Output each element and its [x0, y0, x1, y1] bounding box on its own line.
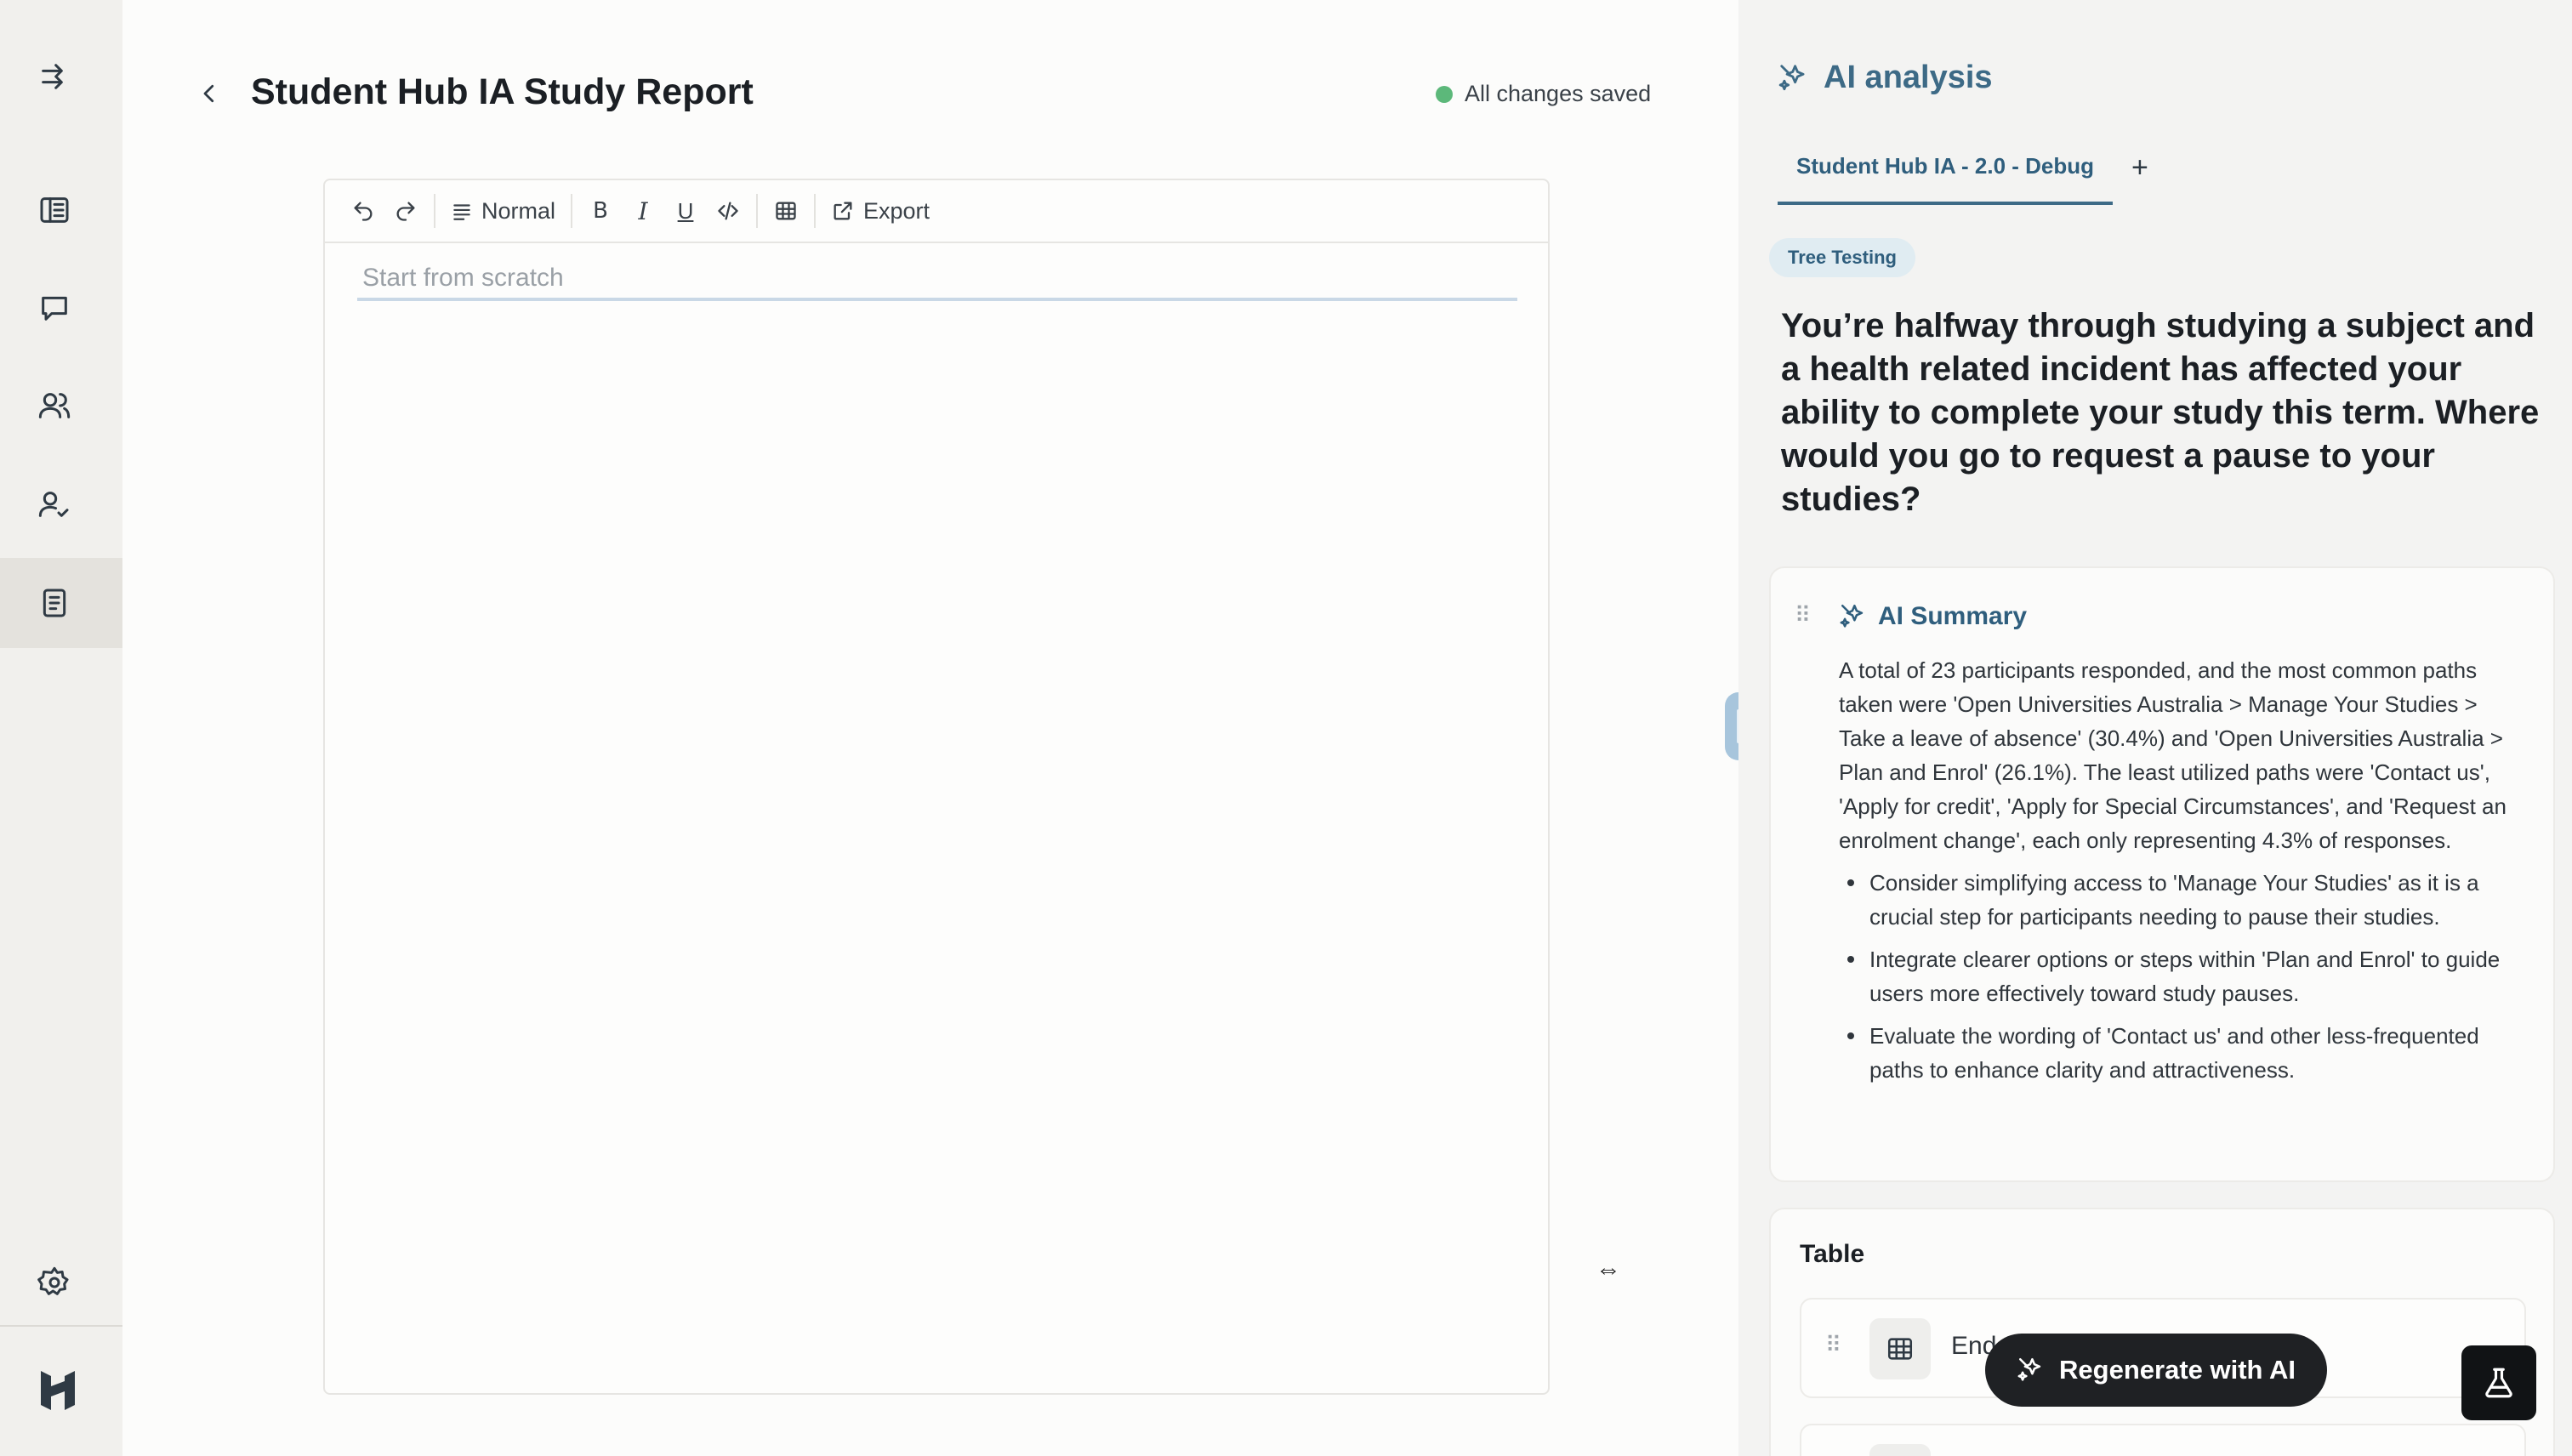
- summary-body: A total of 23 participants responded, an…: [1839, 653, 2519, 1095]
- brand-logo-icon[interactable]: [34, 1366, 82, 1413]
- redo-button[interactable]: [384, 190, 427, 232]
- panel-title: AI analysis: [1824, 60, 1993, 95]
- export-button[interactable]: Export: [822, 190, 938, 232]
- table-grid-icon: [1887, 1338, 1913, 1360]
- undo-button[interactable]: [342, 190, 384, 232]
- save-status-text: All changes saved: [1465, 81, 1652, 106]
- drag-handle-icon[interactable]: ⠿: [1795, 602, 1811, 628]
- flask-icon: [2485, 1368, 2512, 1398]
- settings-gear-icon[interactable]: [31, 1259, 78, 1306]
- table-card-title: Table: [1800, 1240, 1865, 1268]
- study-type-badge: Tree Testing: [1769, 238, 1915, 277]
- panel-header: AI analysis: [1778, 60, 1993, 96]
- table-card: Table ⠿ End: [1769, 1208, 2555, 1456]
- users-icon[interactable]: [31, 382, 78, 429]
- summary-title: AI Summary: [1878, 602, 2028, 630]
- rail-divider: [0, 1325, 122, 1327]
- underline-icon: U: [677, 197, 694, 224]
- table-block-icon: [1869, 1444, 1931, 1456]
- text-style-dropdown[interactable]: Normal: [442, 190, 564, 232]
- sidebar-panel-icon[interactable]: [31, 186, 78, 234]
- status-dot: [1436, 85, 1453, 103]
- sparkle-icon: [2017, 1357, 2041, 1381]
- expand-arrow-icon[interactable]: [31, 53, 78, 100]
- editor-toolbar: Normal B I U Export: [325, 180, 1548, 243]
- ai-summary-card: ⠿ AI Summary A total of 23 participants …: [1769, 566, 2555, 1182]
- toolbar-separator: [814, 194, 817, 228]
- toolbar-separator: [571, 194, 573, 228]
- export-label: Export: [863, 197, 930, 224]
- user-check-icon[interactable]: [31, 481, 78, 528]
- back-button[interactable]: [192, 77, 226, 111]
- align-lines-icon: [453, 204, 470, 220]
- summary-paragraph: A total of 23 participants responded, an…: [1839, 657, 2507, 853]
- regenerate-with-ai-button[interactable]: Regenerate with AI: [1985, 1334, 2327, 1407]
- redo-icon: [396, 202, 415, 221]
- table-button[interactable]: [765, 190, 807, 232]
- list-item: Integrate clearer options or steps withi…: [1839, 942, 2519, 1010]
- table-block[interactable]: [1800, 1424, 2526, 1456]
- table-block-icon: [1869, 1318, 1931, 1379]
- bold-button[interactable]: B: [579, 190, 622, 232]
- sparkle-icon: [1778, 64, 1805, 90]
- bold-icon: B: [593, 198, 608, 224]
- ai-analysis-panel: AI analysis Student Hub IA - 2.0 - Debug…: [1738, 0, 2572, 1456]
- summary-recommendations: Consider simplifying access to 'Manage Y…: [1839, 866, 2519, 1087]
- regenerate-label: Regenerate with AI: [2059, 1355, 2296, 1385]
- sparkle-icon: [1840, 604, 1864, 628]
- save-status: All changes saved: [1436, 81, 1651, 107]
- toolbar-separator: [756, 194, 759, 228]
- table-grid-icon: [776, 202, 796, 220]
- list-item: Consider simplifying access to 'Manage Y…: [1839, 866, 2519, 934]
- list-item: Evaluate the wording of 'Contact us' and…: [1839, 1019, 2519, 1087]
- chat-bubble-icon[interactable]: [31, 284, 78, 332]
- report-doc-icon[interactable]: [31, 579, 78, 627]
- underline-button[interactable]: U: [664, 190, 707, 232]
- lab-flask-button[interactable]: [2461, 1345, 2536, 1420]
- code-icon: [718, 202, 738, 220]
- chevron-left-icon: [203, 84, 214, 103]
- external-link-icon: [834, 202, 852, 220]
- task-question: You’re halfway through studying a subjec…: [1781, 307, 2540, 518]
- left-rail: [0, 0, 122, 1456]
- add-tab-button[interactable]: +: [2131, 151, 2148, 185]
- toolbar-separator: [434, 194, 435, 228]
- summary-header: AI Summary: [1839, 602, 2027, 631]
- report-body-input[interactable]: [357, 259, 1517, 301]
- undo-icon: [354, 202, 373, 221]
- tab-student-hub-debug[interactable]: Student Hub IA - 2.0 - Debug: [1778, 145, 2114, 205]
- resize-cursor-icon: ⇔: [1596, 1255, 1621, 1283]
- analysis-tabs: Student Hub IA - 2.0 - Debug +: [1778, 145, 2148, 205]
- italic-button[interactable]: I: [622, 190, 664, 232]
- page-title: Student Hub IA Study Report: [251, 71, 754, 112]
- report-editor: Normal B I U Export: [323, 179, 1550, 1395]
- text-style-label: Normal: [481, 197, 556, 224]
- drag-handle-icon[interactable]: ⠿: [1825, 1332, 1841, 1358]
- code-button[interactable]: [707, 190, 749, 232]
- italic-icon: I: [638, 196, 648, 225]
